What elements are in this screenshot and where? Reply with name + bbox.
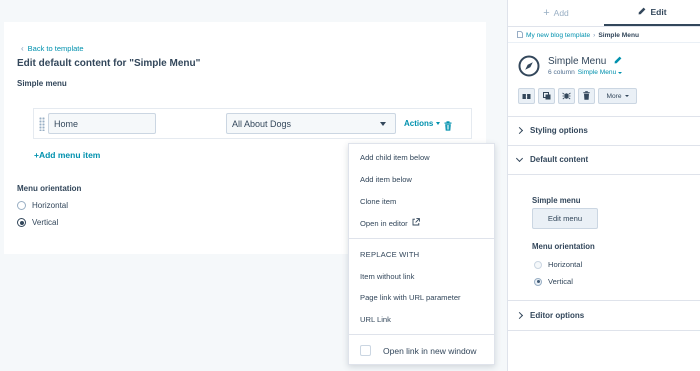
document-icon [517, 31, 523, 40]
trash-icon [583, 87, 590, 105]
menu-divider [349, 238, 494, 239]
radio-horizontal-label: Horizontal [32, 201, 69, 210]
duplicate-icon [542, 87, 551, 105]
menu-item-clone[interactable]: Clone item [360, 197, 396, 206]
page-select-value: All About Dogs [232, 118, 292, 129]
accordion-default-content[interactable]: Default content [515, 154, 589, 164]
menu-item-url-link[interactable]: URL Link [360, 315, 391, 324]
tab-add[interactable]: + Add [508, 0, 604, 26]
accordion-divider [508, 300, 700, 301]
menu-item-without-link[interactable]: Item without link [360, 272, 414, 281]
simple-menu-label: Simple menu [17, 79, 67, 88]
open-new-window-checkbox[interactable] [360, 345, 371, 356]
menu-item-add-child[interactable]: Add child item below [360, 153, 430, 162]
module-type-link[interactable]: Simple Menu [577, 69, 623, 76]
plus-icon: + [543, 7, 550, 19]
chevron-right-icon [515, 126, 524, 135]
actions-dropdown-menu: Add child item below Add item below Clon… [348, 143, 495, 365]
actions-dropdown-toggle[interactable]: Actions [404, 119, 441, 128]
menu-item-row: All About Dogs Actions [33, 108, 472, 139]
open-in-editor-label: Open in editor [360, 218, 408, 228]
edit-name-icon[interactable] [614, 56, 622, 67]
menu-item-open-in-editor[interactable]: Open in editor [360, 218, 420, 228]
open-new-window-option[interactable]: Open link in new window [360, 345, 477, 356]
menu-item-add-below[interactable]: Add item below [360, 175, 412, 184]
drag-handle-icon[interactable] [39, 117, 45, 131]
sidebar-radio-horizontal-label: Horizontal [548, 260, 583, 269]
sidebar-radio-vertical[interactable] [534, 277, 542, 286]
delete-item-icon[interactable] [444, 118, 452, 136]
chevron-left-icon: ‹ [21, 44, 24, 53]
bug-icon [562, 87, 571, 105]
breadcrumb-parent-link[interactable]: My new blog template [526, 32, 590, 39]
delete-button[interactable] [578, 88, 595, 104]
chevron-right-icon [515, 311, 524, 320]
caret-down-icon [436, 122, 441, 125]
swap-icon [522, 87, 531, 105]
module-title: Simple Menu [548, 56, 622, 67]
tab-add-label: Add [553, 8, 569, 18]
radio-vertical[interactable] [17, 218, 26, 227]
actions-label: Actions [404, 119, 434, 128]
right-sidebar: + Add Edit My new blog template › Simple… [507, 0, 700, 371]
menu-item-page-link-url-param[interactable]: Page link with URL parameter [360, 293, 461, 302]
accordion-divider [508, 116, 700, 117]
module-column-count: 6 column [548, 69, 575, 76]
back-to-template-link[interactable]: ‹ Back to template [21, 44, 84, 53]
sidebar-simple-menu-label: Simple menu [532, 196, 581, 205]
external-link-icon [412, 218, 420, 228]
open-new-window-label: Open link in new window [383, 345, 477, 356]
back-link-label: Back to template [27, 44, 84, 53]
accordion-styling-options[interactable]: Styling options [515, 126, 588, 135]
pencil-icon [638, 7, 646, 17]
breadcrumb-current: Simple Menu [598, 32, 640, 39]
orientation-vertical-option[interactable]: Vertical [17, 218, 58, 227]
module-title-label: Simple Menu [548, 56, 607, 67]
tab-edit-label: Edit [650, 7, 667, 17]
radio-horizontal[interactable] [17, 201, 26, 210]
tab-edit[interactable]: Edit [604, 0, 700, 26]
orientation-horizontal-option[interactable]: Horizontal [17, 201, 68, 210]
caret-down-icon [624, 95, 629, 97]
breadcrumb-separator-icon: › [593, 32, 596, 39]
replace-with-heading: REPLACE WITH [360, 250, 420, 259]
sidebar-menu-orientation-label: Menu orientation [532, 242, 595, 251]
accordion-divider [508, 174, 700, 175]
menu-orientation-label: Menu orientation [17, 184, 82, 193]
add-menu-item-button[interactable]: +Add menu item [34, 150, 100, 160]
chevron-down-icon [515, 154, 524, 162]
accordion-divider [508, 330, 700, 331]
sidebar-orientation-horizontal[interactable]: Horizontal [534, 260, 582, 269]
tabs-divider [508, 26, 700, 27]
header-divider [508, 42, 700, 43]
caret-down-icon [618, 71, 623, 74]
menu-divider [349, 334, 494, 335]
radio-vertical-label: Vertical [32, 218, 59, 227]
sidebar-radio-horizontal[interactable] [534, 260, 542, 269]
more-button[interactable]: More [598, 88, 637, 104]
accordion-divider [508, 145, 700, 146]
accordion-styling-label: Styling options [530, 126, 588, 135]
sidebar-orientation-vertical[interactable]: Vertical [534, 277, 573, 286]
breadcrumb: My new blog template › Simple Menu [517, 31, 639, 40]
compass-icon [518, 55, 540, 82]
menu-item-page-select[interactable]: All About Dogs [226, 113, 396, 134]
module-type-label: Simple Menu [577, 69, 617, 76]
duplicate-button[interactable] [538, 88, 555, 104]
caret-down-icon [380, 121, 386, 126]
edit-menu-button[interactable]: Edit menu [532, 208, 598, 229]
swap-button[interactable] [518, 88, 535, 104]
sidebar-radio-vertical-label: Vertical [548, 277, 573, 286]
accordion-default-content-label: Default content [530, 155, 589, 164]
debug-button[interactable] [558, 88, 575, 104]
accordion-editor-options[interactable]: Editor options [515, 311, 585, 320]
more-label: More [606, 92, 622, 100]
accordion-editor-label: Editor options [530, 311, 585, 320]
page-title: Edit default content for "Simple Menu" [17, 58, 201, 69]
menu-item-name-input[interactable] [48, 113, 156, 134]
module-subtitle: 6 column Simple Menu [548, 69, 623, 76]
